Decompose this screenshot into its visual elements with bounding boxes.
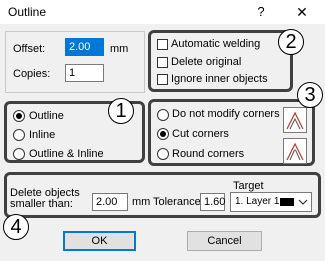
- badge-1: 1: [108, 98, 134, 124]
- cut-corners-preview: [283, 107, 307, 133]
- help-button[interactable]: ?: [253, 3, 269, 21]
- delete-original-label: Delete original: [171, 56, 242, 68]
- delete-objects-label-line2: smaller than:: [10, 198, 73, 210]
- radio-round-corners[interactable]: [157, 148, 169, 160]
- tolerance-label: Tolerance: [153, 196, 201, 208]
- window-title: Outline: [8, 5, 47, 19]
- chevron-down-icon: [298, 197, 308, 210]
- radio-outline-inline[interactable]: [13, 148, 25, 160]
- offset-label: Offset:: [13, 43, 46, 55]
- radio-round-corners-label: Round corners: [172, 148, 245, 160]
- radio-outline[interactable]: [13, 110, 25, 122]
- target-value: 1. Layer 1: [235, 196, 280, 207]
- badge-3: 3: [297, 82, 323, 108]
- round-corners-preview: [283, 138, 307, 164]
- radio-outline-label: Outline: [29, 110, 64, 122]
- delete-objects-input[interactable]: 2.00: [92, 193, 128, 211]
- radio-inline[interactable]: [13, 129, 25, 141]
- radio-cut-corners[interactable]: [157, 128, 169, 140]
- cancel-button[interactable]: Cancel: [187, 231, 262, 251]
- automatic-welding-checkbox[interactable]: [157, 39, 168, 50]
- delete-original-checkbox[interactable]: [157, 57, 168, 68]
- layer-color-swatch: [280, 198, 294, 206]
- offset-input[interactable]: 2.00: [65, 38, 104, 56]
- target-select[interactable]: 1. Layer 1: [230, 192, 312, 212]
- tolerance-input[interactable]: 1.60: [200, 193, 225, 211]
- close-button[interactable]: ✕: [294, 3, 310, 21]
- automatic-welding-label: Automatic welding: [171, 38, 261, 50]
- ignore-inner-objects-label: Ignore inner objects: [171, 73, 268, 85]
- radio-do-not-modify-corners-label: Do not modify corners: [172, 108, 280, 120]
- delete-objects-unit: mm: [132, 196, 151, 208]
- radio-inline-label: Inline: [29, 129, 56, 141]
- cut-corner-icon: [286, 111, 304, 130]
- title-bar: Outline ? ✕: [0, 0, 325, 24]
- radio-do-not-modify-corners[interactable]: [157, 109, 169, 121]
- badge-2: 2: [278, 29, 304, 55]
- target-label: Target: [233, 180, 264, 192]
- round-corner-icon: [286, 142, 304, 161]
- radio-cut-corners-label: Cut corners: [172, 128, 229, 140]
- ignore-inner-objects-checkbox[interactable]: [157, 74, 168, 85]
- copies-label: Copies:: [13, 68, 51, 80]
- badge-4: 4: [3, 214, 29, 240]
- copies-input[interactable]: 1: [65, 64, 104, 82]
- offset-unit: mm: [110, 43, 129, 55]
- ok-button[interactable]: OK: [63, 231, 136, 251]
- radio-outline-inline-label: Outline & Inline: [29, 148, 104, 160]
